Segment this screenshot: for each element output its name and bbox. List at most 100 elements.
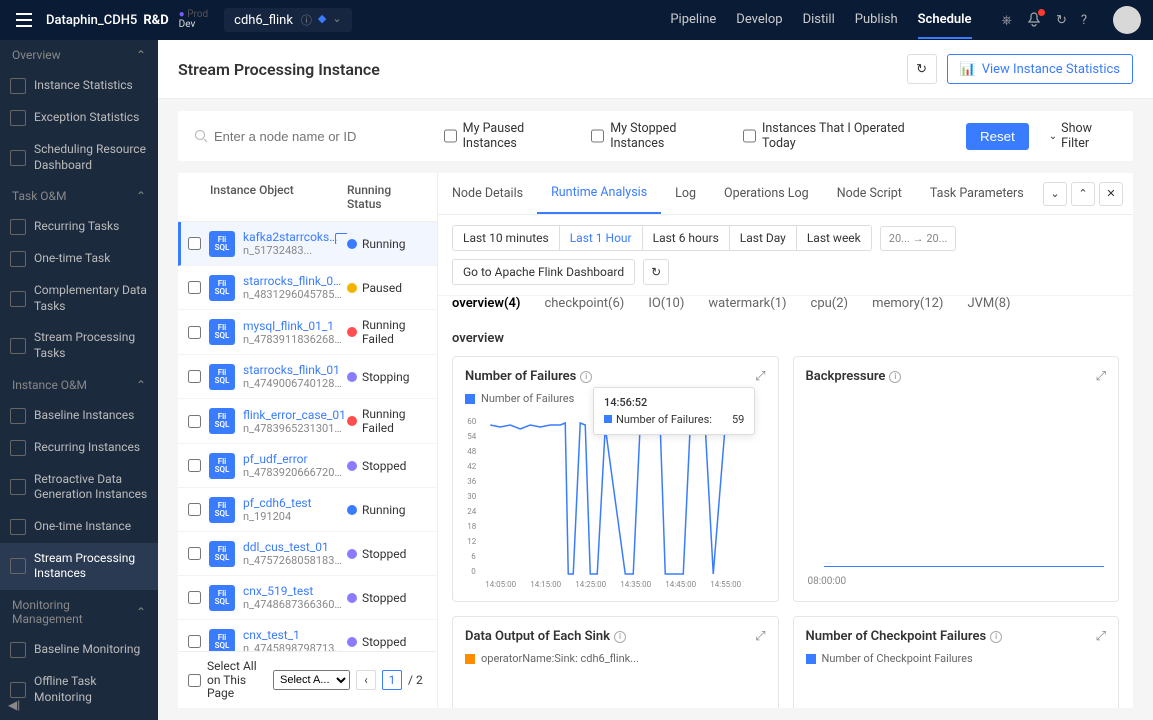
select-all-cb[interactable] xyxy=(188,674,201,687)
detail-tab[interactable]: Operations Log xyxy=(710,174,823,213)
sidebar-item[interactable]: Retroactive Data Generation Instances xyxy=(0,464,158,511)
detail-tab[interactable]: Runtime Analysis xyxy=(537,173,661,214)
env-switch[interactable]: ● Prod Dev xyxy=(179,10,208,30)
row-checkbox[interactable] xyxy=(188,326,201,339)
metric-tab[interactable]: memory(12) xyxy=(872,296,943,317)
info-icon[interactable]: i xyxy=(614,631,626,643)
table-row[interactable]: FliSQLkafka2starrcoksnewn_51732483...Run… xyxy=(178,222,437,266)
row-checkbox[interactable] xyxy=(188,503,201,516)
sidebar-item[interactable]: One-time Task xyxy=(0,243,158,275)
collapse-down-icon[interactable]: ⌄ xyxy=(1043,182,1067,206)
nav-publish[interactable]: Publish xyxy=(855,2,898,39)
detail-tab[interactable]: Node Script xyxy=(823,174,916,213)
page-number[interactable]: 1 xyxy=(382,670,402,690)
sidebar-item[interactable]: Real-time Task Monitoring xyxy=(0,713,158,720)
sidebar-item[interactable]: Baseline Monitoring xyxy=(0,634,158,666)
avatar[interactable] xyxy=(1113,6,1141,34)
expand-icon[interactable]: ⤢ xyxy=(1096,369,1106,384)
sidebar-section[interactable]: Monitoring Management⌃ xyxy=(0,590,158,634)
refresh-button[interactable]: ↻ xyxy=(907,54,937,84)
sidebar-item[interactable]: Complementary Data Tasks xyxy=(0,275,158,322)
search-input[interactable] xyxy=(194,129,424,144)
hamburger-icon[interactable] xyxy=(12,8,36,32)
sidebar-item[interactable]: Recurring Instances xyxy=(0,432,158,464)
chk-operated[interactable]: Instances That I Operated Today xyxy=(743,121,926,151)
table-row[interactable]: FliSQLpf_udf_errorn_478392066672099...St… xyxy=(178,444,437,488)
metric-tab[interactable]: watermark(1) xyxy=(708,296,786,317)
row-checkbox[interactable] xyxy=(188,591,201,604)
sidebar-item[interactable]: Exception Statistics xyxy=(0,102,158,134)
info-icon[interactable]: i xyxy=(990,631,1002,643)
date-range[interactable]: 20... → 20... xyxy=(880,226,957,251)
metric-tab[interactable]: JVM(8) xyxy=(967,296,1010,317)
sidebar-item[interactable]: Instance Statistics xyxy=(0,70,158,102)
sidebar-item[interactable]: Scheduling Resource Dashboard xyxy=(0,134,158,181)
metric-tab[interactable]: checkpoint(6) xyxy=(544,296,624,317)
chk-stopped[interactable]: My Stopped Instances xyxy=(591,121,723,151)
detail-tab[interactable]: Log xyxy=(661,174,710,213)
prev-page-button[interactable]: ‹ xyxy=(356,670,376,690)
sidebar-item[interactable]: Stream Processing Instances xyxy=(0,543,158,590)
info-icon[interactable]: i xyxy=(580,371,592,383)
row-checkbox[interactable] xyxy=(188,459,201,472)
sidebar-item[interactable]: Recurring Tasks xyxy=(0,211,158,243)
help-icon[interactable]: ? xyxy=(1081,13,1087,28)
time-range-button[interactable]: Last week xyxy=(797,226,871,250)
metric-tab[interactable]: IO(10) xyxy=(648,296,684,317)
row-checkbox[interactable] xyxy=(188,370,201,383)
sidebar-item[interactable]: Stream Processing Tasks xyxy=(0,322,158,369)
nav-develop[interactable]: Develop xyxy=(736,2,782,39)
time-range-button[interactable]: Last 1 Hour xyxy=(560,226,643,250)
bell-icon[interactable] xyxy=(1026,12,1042,28)
reset-button[interactable]: Reset xyxy=(966,123,1029,150)
sidebar-section[interactable]: Overview⌃ xyxy=(0,40,158,70)
detail-tab[interactable]: Node Details xyxy=(438,174,537,213)
close-icon[interactable]: ✕ xyxy=(1099,182,1123,206)
sidebar-item[interactable]: Baseline Instances xyxy=(0,400,158,432)
table-row[interactable]: FliSQLpf_cdh6_testn_191204Running xyxy=(178,488,437,532)
metric-tab[interactable]: cpu(2) xyxy=(811,296,849,317)
sidebar-section[interactable]: Instance O&M⌃ xyxy=(0,370,158,400)
nav-pipeline[interactable]: Pipeline xyxy=(670,2,716,39)
row-checkbox[interactable] xyxy=(188,547,201,560)
expand-icon[interactable]: ⤢ xyxy=(755,629,765,644)
row-checkbox[interactable] xyxy=(188,237,201,250)
flink-dashboard-button[interactable]: Go to Apache Flink Dashboard xyxy=(452,259,635,285)
table-row[interactable]: FliSQLmysql_flink_01_1n_478391183626803.… xyxy=(178,310,437,355)
sidebar-item[interactable]: Offline Task Monitoring xyxy=(0,666,158,713)
view-stats-button[interactable]: 📊 View Instance Statistics xyxy=(947,54,1133,84)
table-row[interactable]: FliSQLstarrocks_flink_01_1n_483129604578… xyxy=(178,266,437,310)
row-checkbox[interactable] xyxy=(188,415,201,428)
row-checkbox[interactable] xyxy=(188,635,201,648)
time-refresh-button[interactable]: ↻ xyxy=(643,259,669,285)
expand-icon[interactable]: ⤢ xyxy=(1096,629,1106,644)
nav-distill[interactable]: Distill xyxy=(803,2,835,39)
expand-icon[interactable]: ⤢ xyxy=(755,369,765,384)
table-row[interactable]: FliSQLstarrocks_flink_01n_47490067401289… xyxy=(178,355,437,399)
nav-schedule[interactable]: Schedule xyxy=(918,2,972,39)
collapse-sidebar-icon[interactable]: ◀| xyxy=(8,698,20,712)
robot-icon[interactable]: ⎈ xyxy=(1002,13,1012,28)
time-range-button[interactable]: Last 10 minutes xyxy=(453,226,560,250)
time-range-button[interactable]: Last 6 hours xyxy=(643,226,730,250)
table-row[interactable]: FliSQLcnx_test_1n_474589879871333...Stop… xyxy=(178,620,437,651)
diamond-icon[interactable]: ◆ xyxy=(318,12,326,28)
table-row[interactable]: FliSQLcnx_519_testn_474868736636085...St… xyxy=(178,576,437,620)
project-dropdown[interactable]: cdh6_flink ⓘ ◆ ⌄ xyxy=(224,8,351,32)
metric-tab[interactable]: overview(4) xyxy=(452,296,520,317)
info-icon[interactable]: i xyxy=(889,371,901,383)
time-range-button[interactable]: Last Day xyxy=(730,226,797,250)
detail-tab[interactable]: Task Parameters xyxy=(916,174,1038,213)
table-row[interactable]: FliSQLddl_cus_test_01n_475726805818310..… xyxy=(178,532,437,576)
row-checkbox[interactable] xyxy=(188,281,201,294)
chevron-down-icon[interactable]: ⌄ xyxy=(332,12,341,28)
refresh-icon[interactable]: ↻ xyxy=(1056,13,1067,28)
collapse-up-icon[interactable]: ⌃ xyxy=(1071,182,1095,206)
show-filter-toggle[interactable]: ⌄Show Filter xyxy=(1049,121,1117,151)
sidebar-item[interactable]: One-time Instance xyxy=(0,511,158,543)
sidebar-section[interactable]: Task O&M⌃ xyxy=(0,181,158,211)
info-icon[interactable]: ⓘ xyxy=(301,12,312,28)
chk-paused[interactable]: My Paused Instances xyxy=(444,121,572,151)
table-row[interactable]: FliSQLflink_error_case_01n_4783965231301… xyxy=(178,399,437,444)
batch-action-select[interactable]: Select A... xyxy=(273,670,350,690)
